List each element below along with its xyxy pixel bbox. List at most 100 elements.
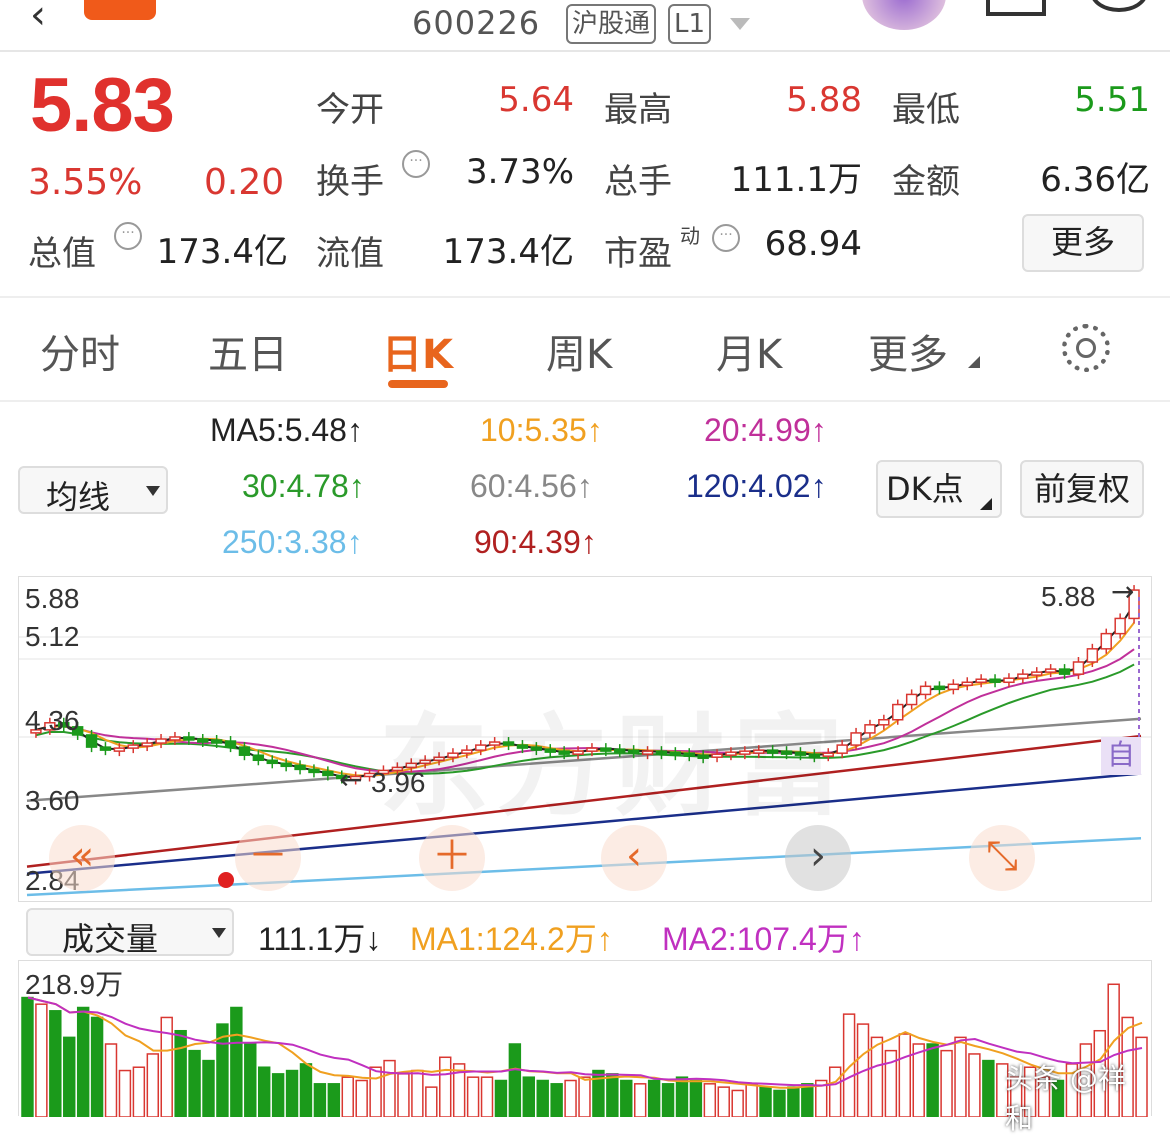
turnover-label: 换手 [316, 162, 384, 202]
more-button[interactable]: 更多 [1022, 214, 1144, 272]
volume-bar [954, 1036, 967, 1117]
volume-bar [801, 1083, 814, 1117]
volume-bar [63, 1036, 76, 1117]
tab-monthly-k[interactable]: 月K [716, 322, 782, 380]
zoom-in-icon[interactable]: ＋ [419, 825, 485, 891]
candle [892, 703, 904, 721]
ma-selector[interactable]: 均线 [18, 466, 168, 516]
zoom-out-icon[interactable]: － [235, 825, 301, 891]
tab-intraday[interactable]: 分时 [40, 322, 120, 380]
volume-svg [21, 983, 1148, 1117]
candle [280, 762, 292, 768]
share-icon[interactable] [986, 0, 1046, 16]
avatar[interactable] [862, 0, 946, 30]
candle [224, 740, 237, 748]
kline-chart[interactable]: 东方财富 5.88 5.12 4.36 3.60 2.84 5.88 → ← 3… [18, 575, 1152, 902]
volume-bar [703, 1083, 717, 1117]
high-marker-label: 5.88 [1041, 581, 1096, 612]
tab-five-day[interactable]: 五日 [208, 322, 288, 380]
tab-more[interactable]: 更多 [868, 322, 948, 380]
volume-bar [620, 1079, 633, 1117]
stock-code: 600226 [412, 4, 541, 42]
volume-bar [202, 1059, 215, 1117]
active-tab-underline [388, 380, 448, 388]
volume-bar [49, 1010, 62, 1117]
candle [322, 770, 334, 777]
candle [850, 732, 862, 746]
volume-bar [174, 1029, 187, 1117]
volume-bar [828, 1066, 842, 1117]
candle [1086, 648, 1099, 663]
volume-bar [480, 1076, 494, 1117]
more-corner-icon [968, 356, 980, 368]
turnover-info-icon[interactable]: ··· [402, 150, 430, 178]
candle [1044, 668, 1057, 673]
fast-back-icon[interactable]: « [49, 825, 115, 891]
candle [1100, 632, 1112, 650]
candle [141, 742, 153, 747]
fullscreen-icon[interactable]: ⤡ [969, 825, 1035, 891]
volume-bar [21, 996, 34, 1117]
volume-bar [439, 1056, 452, 1117]
tab-weekly-k[interactable]: 周K [546, 322, 612, 380]
volume-bar [244, 1043, 257, 1117]
ma-selector-label: 均线 [46, 478, 111, 516]
candle [113, 747, 126, 752]
volume-value-label: 111.1万↓ [258, 921, 382, 957]
volume-bar [982, 1059, 995, 1117]
volume-bar [578, 1076, 591, 1117]
ma30-label: 30:4.78↑ [242, 468, 365, 504]
dk-corner-icon [980, 498, 992, 510]
volume-bar [230, 1006, 243, 1117]
chart-watermark: 东方财富 [379, 703, 851, 831]
tag-hgt: 沪股通 [566, 4, 657, 44]
high-value: 5.88 [786, 80, 862, 120]
volume-bar [425, 1086, 438, 1117]
volume-bar [842, 1013, 856, 1117]
dk-point-button[interactable]: DK点 [876, 460, 1002, 518]
volume-bar [550, 1083, 563, 1117]
volume-bar [383, 1059, 396, 1117]
volume-chart[interactable]: 218.9万 头条 @祥和 [18, 960, 1152, 1135]
top-bar: ‹ 600226 沪股通 L1 [0, 0, 1170, 52]
volume-bar [104, 1043, 118, 1117]
volume-bar [633, 1083, 647, 1117]
volume-ma1-label: MA1:124.2万↑ [410, 921, 613, 957]
volume-bar [759, 1086, 772, 1117]
back-icon[interactable]: ‹ [30, 0, 46, 38]
candle [975, 678, 987, 684]
candle [1031, 671, 1043, 676]
search-icon[interactable] [1090, 0, 1148, 12]
ma20-label: 20:4.99↑ [704, 412, 827, 448]
volume-selector[interactable]: 成交量 [26, 908, 234, 958]
tab-daily-k[interactable]: 日K [382, 322, 453, 380]
volume-bar [773, 1089, 786, 1117]
ma250-label: 250:3.38↑ [222, 524, 363, 560]
step-right-icon[interactable]: › [785, 825, 851, 891]
volume-bar [689, 1079, 703, 1117]
dropdown-triangle-icon[interactable] [730, 18, 750, 30]
volume-max-label: 218.9万 [25, 969, 124, 1000]
fq-button[interactable]: 前复权 [1020, 460, 1144, 518]
candle [238, 746, 251, 756]
candle [169, 736, 181, 741]
auto-badge[interactable]: 自 [1101, 737, 1141, 775]
pe-value: 68.94 [764, 224, 862, 264]
volume-bar [968, 1053, 981, 1117]
amount-value: 6.36亿 [1040, 160, 1150, 200]
high-arrow-icon: → [1111, 575, 1135, 608]
candle [947, 683, 960, 691]
volume-bar [271, 1073, 285, 1117]
candle [197, 738, 209, 743]
total-mv-info-icon[interactable]: ··· [114, 222, 142, 250]
volume-bar [870, 1036, 884, 1117]
volume-bar [898, 1033, 912, 1117]
candle [1003, 677, 1015, 684]
volume-bar [787, 1086, 800, 1117]
step-left-icon[interactable]: ‹ [601, 825, 667, 891]
total-mv-value: 173.4亿 [156, 232, 288, 272]
candle [127, 744, 139, 749]
pe-info-icon[interactable]: ··· [712, 224, 740, 252]
ma90-label: 90:4.39↑ [474, 524, 597, 560]
candle [155, 738, 167, 744]
